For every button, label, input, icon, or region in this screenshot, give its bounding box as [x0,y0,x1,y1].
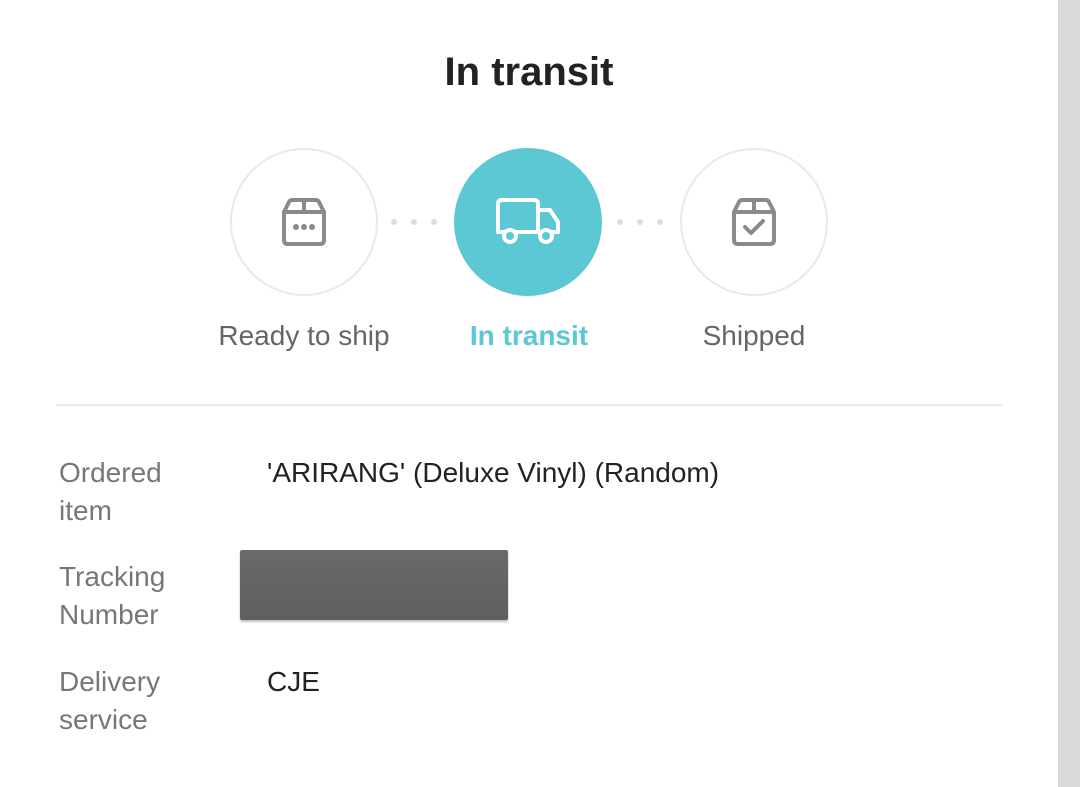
step-label-in-transit: In transit [469,320,589,351]
ordered-item-label-line1: Ordered [59,457,162,488]
step-shipped [680,148,828,296]
box-dots-icon [282,198,326,246]
tracking-number-label-line1: Tracking [59,561,166,592]
tracking-number-label-line2: Number [59,599,159,630]
ordered-item-label: Ordered item [59,454,229,530]
delivery-service-label-line2: service [59,704,148,735]
step-connector-1 [391,219,437,227]
step-ready-to-ship [230,148,378,296]
step-label-ready-to-ship: Ready to ship [218,320,390,351]
box-check-icon [732,198,776,246]
divider [56,404,1002,406]
delivery-service-label-line1: Delivery [59,666,161,697]
delivery-service-value: CJE [267,666,320,697]
delivery-service-label: Delivery service [59,663,229,739]
ordered-item-label-line2: item [59,495,112,526]
tracking-number-label: Tracking Number [59,558,229,634]
ordered-item-value: 'ARIRANG' (Deluxe Vinyl) (Random) [267,457,720,488]
step-connector-2 [617,219,663,227]
truck-icon [496,198,560,244]
step-in-transit [454,148,602,296]
scrollbar[interactable] [1058,0,1080,787]
step-label-shipped: Shipped [702,320,806,351]
page-title: In transit [444,50,614,94]
tracking-number-redacted [240,550,508,620]
